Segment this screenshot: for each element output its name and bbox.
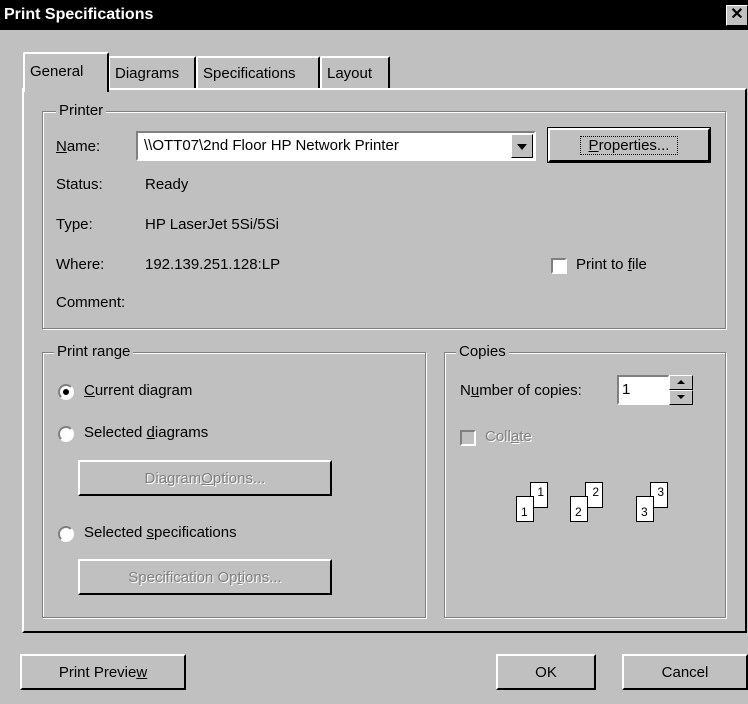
diagram-options-label: Diagram Options... [145,470,266,487]
spin-up-icon[interactable] [669,375,693,390]
tab-general[interactable]: General [23,52,109,92]
ok-label: OK [535,664,557,681]
ok-button[interactable]: OK [496,654,596,690]
collate-mnemonic: a [510,428,520,445]
copies-legend: Copies [456,343,509,360]
print-specifications-dialog: Print Specifications ✕ Diagrams Specific… [0,0,748,704]
diagram-options-mnemonic: O [201,470,213,487]
specification-options-label: Specification Options... [128,569,281,586]
current-diagram-radio[interactable] [58,384,74,400]
collate-label[interactable]: Collate [485,428,532,445]
print-range-legend: Print range [54,343,134,360]
spec-options-prefix: Specification Op [128,569,238,586]
num-copies-prefix: N [460,382,471,399]
page-icon: 2 [570,496,588,522]
selected-diagrams-radio[interactable] [58,426,74,442]
status-label: Status: [56,176,103,193]
where-value: 192.139.251.128:LP [145,256,281,273]
properties-button[interactable]: Properties... [547,127,711,163]
specification-options-button[interactable]: Specification Options... [78,559,332,595]
printer-name-label: Name: [56,138,100,155]
title-bar[interactable]: Print Specifications ✕ [0,0,748,30]
tab-general-label: General [30,63,84,80]
print-to-file-label[interactable]: Print to file [576,256,647,273]
chevron-down-icon[interactable] [511,134,533,158]
spec-options-rest: ions... [241,569,282,586]
collate-checkbox[interactable] [460,430,476,446]
printer-name-value: \\OTT07\2nd Floor HP Network Printer [144,137,399,154]
status-value: Ready [145,176,189,193]
selected-specs-mnemonic: s [146,524,155,541]
printer-group-legend: Printer [56,102,107,119]
properties-button-label: Properties... [579,136,679,155]
selected-specs-rest: pecifications [154,524,237,541]
collate-illustration-icon: 1 1 2 2 3 3 [500,480,700,540]
number-of-copies-label: Number of copies: [460,382,582,399]
selected-specs-prefix: Selected [84,524,147,541]
collate-rest: te [519,428,532,445]
page-icon: 1 [516,496,534,522]
selected-diagrams-prefix: Selected [84,424,147,441]
print-preview-mnemonic: w [136,664,148,681]
tab-layout[interactable]: Layout [320,56,390,90]
print-preview-label: Print Preview [59,664,147,681]
properties-mnemonic: P [588,137,599,154]
print-to-file-prefix: Print to [576,256,628,273]
num-copies-mnemonic: u [470,382,480,399]
print-preview-button[interactable]: Print Preview [20,654,186,690]
diagram-options-button[interactable]: Diagram Options... [78,460,332,496]
selected-specifications-label[interactable]: Selected specifications [84,524,237,541]
number-of-copies-input[interactable]: 1 [617,375,669,405]
properties-label-rest: roperties... [598,137,670,154]
close-icon: ✕ [730,6,744,23]
tab-diagrams-label: Diagrams [115,65,180,82]
cancel-label: Cancel [661,664,709,681]
num-copies-rest: mber of copies: [479,382,582,399]
spin-down-icon[interactable] [669,390,693,405]
number-of-copies-value: 1 [622,381,631,398]
printer-name-combobox[interactable]: \\OTT07\2nd Floor HP Network Printer [136,131,536,161]
current-diagram-label[interactable]: Current diagram [84,382,192,399]
current-diagram-mnemonic: C [84,382,95,399]
tab-diagrams[interactable]: Diagrams [108,56,196,90]
type-value: HP LaserJet 5Si/5Si [145,216,279,233]
dialog-title: Print Specifications [4,6,154,23]
print-preview-prefix: Print Previe [58,664,137,681]
printer-name-mnemonic: N [56,138,67,155]
close-button[interactable]: ✕ [726,5,748,26]
tab-specifications-label: Specifications [203,65,296,82]
tab-specifications[interactable]: Specifications [196,56,320,90]
print-to-file-checkbox[interactable] [551,258,567,274]
diagram-options-rest: ptions... [212,470,266,487]
collate-prefix: Coll [485,428,511,445]
selected-diagrams-mnemonic: d [146,424,155,441]
where-label: Where: [56,256,105,273]
selected-specifications-radio[interactable] [58,526,74,542]
cancel-button[interactable]: Cancel [622,654,748,690]
selected-diagrams-rest: iagrams [154,424,209,441]
page-icon: 3 [636,496,654,522]
print-to-file-rest: ile [631,256,647,273]
comment-label: Comment: [56,294,126,311]
type-label: Type: [56,216,93,233]
printer-name-label-rest: ame: [66,138,101,155]
diagram-options-prefix: Diagram [144,470,202,487]
selected-diagrams-label[interactable]: Selected diagrams [84,424,208,441]
tab-layout-label: Layout [327,65,373,82]
current-diagram-rest: urrent diagram [94,382,193,399]
